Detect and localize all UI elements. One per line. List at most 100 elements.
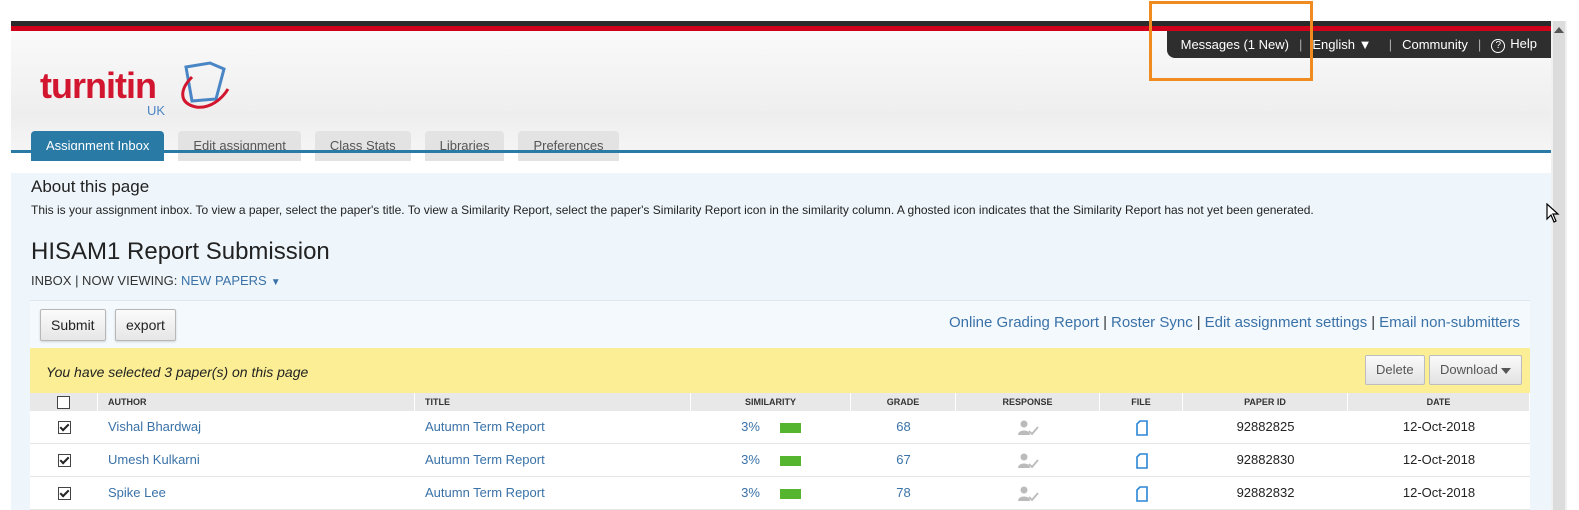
row-checkbox[interactable] bbox=[57, 421, 71, 435]
similarity-cell[interactable]: 3% bbox=[691, 411, 851, 444]
submission-date: 12-Oct-2018 bbox=[1402, 452, 1476, 467]
messages-link[interactable]: Messages (1 New) bbox=[1181, 37, 1289, 52]
col-similarity[interactable]: Similarity bbox=[691, 393, 851, 411]
submit-button[interactable]: Submit bbox=[40, 309, 106, 341]
help-label: Help bbox=[1510, 36, 1537, 51]
caret-down-icon: ▼ bbox=[270, 277, 281, 288]
page-title: HISAM1 Report Submission bbox=[31, 238, 330, 265]
author-link[interactable]: Umesh Kulkarni bbox=[98, 444, 415, 477]
selection-bar: You have selected 3 paper(s) on this pag… bbox=[30, 348, 1530, 393]
user-check-icon bbox=[1018, 486, 1039, 501]
file-icon[interactable] bbox=[1135, 419, 1148, 436]
edit-assignment-settings-link[interactable]: Edit assignment settings bbox=[1205, 314, 1368, 331]
response-cell bbox=[956, 477, 1100, 510]
response-cell bbox=[956, 444, 1100, 477]
similarity-bar[interactable] bbox=[779, 488, 801, 499]
tab-underline bbox=[11, 150, 1551, 153]
logo-region: UK bbox=[147, 103, 166, 118]
file-icon[interactable] bbox=[1135, 485, 1148, 502]
main-content: About this page This is your assignment … bbox=[11, 173, 1551, 510]
author-link[interactable]: Spike Lee bbox=[98, 477, 415, 510]
col-file[interactable]: File bbox=[1100, 393, 1183, 411]
col-response[interactable]: Response bbox=[956, 393, 1100, 411]
select-all-header bbox=[30, 393, 98, 411]
export-button[interactable]: export bbox=[115, 309, 176, 341]
help-link[interactable]: ? Help bbox=[1491, 36, 1537, 53]
col-title[interactable]: Title bbox=[415, 393, 691, 411]
vertical-scrollbar[interactable] bbox=[1551, 21, 1567, 510]
viewing-filter-dropdown[interactable]: NEW PAPERS ▼ bbox=[181, 273, 281, 288]
paper-id: 92882832 bbox=[1236, 485, 1295, 500]
about-title: About this page bbox=[31, 177, 150, 196]
turnitin-logo[interactable]: turnitin UK bbox=[40, 59, 240, 119]
select-all-checkbox[interactable] bbox=[57, 396, 70, 410]
email-non-submitters-link[interactable]: Email non-submitters bbox=[1379, 314, 1520, 331]
selection-message: You have selected 3 paper(s) on this pag… bbox=[46, 364, 309, 380]
tab-assignment-inbox[interactable]: Assignment Inbox bbox=[31, 131, 165, 161]
similarity-score[interactable]: 3% bbox=[741, 485, 760, 500]
table-row: Vishal Bhardwaj Autumn Term Report 3% 68… bbox=[30, 411, 1530, 444]
tab-libraries[interactable]: Libraries bbox=[424, 131, 505, 161]
inbox-toolbar: Submit export Online Grading Report | Rost… bbox=[30, 300, 1530, 349]
user-check-icon bbox=[1018, 453, 1039, 468]
download-label: Download bbox=[1440, 362, 1498, 377]
col-author[interactable]: Author bbox=[98, 393, 415, 411]
table-row: Umesh Kulkarni Autumn Term Report 3% 67 … bbox=[30, 444, 1530, 477]
logo-page-icon bbox=[181, 61, 230, 109]
paper-title-link[interactable]: Autumn Term Report bbox=[415, 477, 691, 510]
col-grade[interactable]: Grade bbox=[851, 393, 956, 411]
author-link[interactable]: Vishal Bhardwaj bbox=[98, 411, 415, 444]
main-tabs: Assignment Inbox Edit assignment Class S… bbox=[31, 131, 619, 161]
col-date[interactable]: Date bbox=[1348, 393, 1530, 411]
inbox-viewing: INBOX | NOW VIEWING: NEW PAPERS ▼ bbox=[31, 273, 281, 288]
file-icon[interactable] bbox=[1135, 452, 1148, 469]
language-select[interactable]: English ▼ bbox=[1312, 37, 1371, 52]
about-text: This is your assignment inbox. To view a… bbox=[31, 203, 1314, 217]
similarity-cell[interactable]: 3% bbox=[691, 477, 851, 510]
paper-id: 92882830 bbox=[1236, 452, 1295, 467]
scroll-up-arrow-icon[interactable] bbox=[1554, 27, 1564, 33]
logo-wordmark: turnitin bbox=[40, 65, 157, 106]
grade-link[interactable]: 68 bbox=[851, 411, 956, 444]
tab-preferences[interactable]: Preferences bbox=[518, 131, 619, 161]
tab-edit-assignment[interactable]: Edit assignment bbox=[178, 131, 301, 161]
file-cell[interactable] bbox=[1100, 444, 1183, 477]
row-checkbox[interactable] bbox=[57, 454, 71, 468]
similarity-score[interactable]: 3% bbox=[741, 419, 760, 434]
turnitin-window: Messages (1 New) | English ▼ | Community… bbox=[11, 21, 1551, 510]
submission-date: 12-Oct-2018 bbox=[1402, 419, 1476, 434]
table-header: Author Title Similarity Grade Response F… bbox=[30, 393, 1530, 411]
col-paper-id[interactable]: Paper ID bbox=[1183, 393, 1348, 411]
tab-class-stats[interactable]: Class Stats bbox=[314, 131, 411, 161]
similarity-bar[interactable] bbox=[779, 455, 801, 466]
caret-down-icon bbox=[1500, 367, 1511, 374]
paper-title-link[interactable]: Autumn Term Report bbox=[415, 411, 691, 444]
file-cell[interactable] bbox=[1100, 411, 1183, 444]
utility-nav: Messages (1 New) | English ▼ | Community… bbox=[1166, 31, 1551, 58]
viewing-prefix: INBOX | NOW VIEWING: bbox=[31, 273, 181, 288]
paper-title-link[interactable]: Autumn Term Report bbox=[415, 444, 691, 477]
response-cell bbox=[956, 411, 1100, 444]
row-checkbox[interactable] bbox=[57, 487, 71, 501]
submission-date: 12-Oct-2018 bbox=[1402, 485, 1476, 500]
similarity-score[interactable]: 3% bbox=[741, 452, 760, 467]
toolbar-links: Online Grading Report | Roster Sync | Edit a… bbox=[949, 314, 1520, 331]
download-button[interactable]: Download bbox=[1429, 355, 1522, 385]
grade-link[interactable]: 78 bbox=[851, 477, 956, 510]
roster-sync-link[interactable]: Roster Sync bbox=[1111, 314, 1193, 331]
user-check-icon bbox=[1018, 420, 1039, 435]
similarity-cell[interactable]: 3% bbox=[691, 444, 851, 477]
scrollbar-thumb[interactable] bbox=[1553, 21, 1565, 510]
viewing-filter-label: NEW PAPERS bbox=[181, 273, 267, 288]
grade-link[interactable]: 67 bbox=[851, 444, 956, 477]
help-icon: ? bbox=[1491, 39, 1506, 53]
table-row: Spike Lee Autumn Term Report 3% 78 92882… bbox=[30, 477, 1530, 510]
delete-button[interactable]: Delete bbox=[1365, 355, 1425, 385]
papers-table: Author Title Similarity Grade Response F… bbox=[30, 393, 1530, 510]
similarity-bar[interactable] bbox=[779, 422, 801, 433]
header: Messages (1 New) | English ▼ | Community… bbox=[11, 31, 1551, 161]
online-grading-report-link[interactable]: Online Grading Report bbox=[949, 314, 1099, 331]
file-cell[interactable] bbox=[1100, 477, 1183, 510]
mouse-cursor-icon bbox=[1546, 203, 1560, 223]
community-link[interactable]: Community bbox=[1402, 37, 1468, 52]
